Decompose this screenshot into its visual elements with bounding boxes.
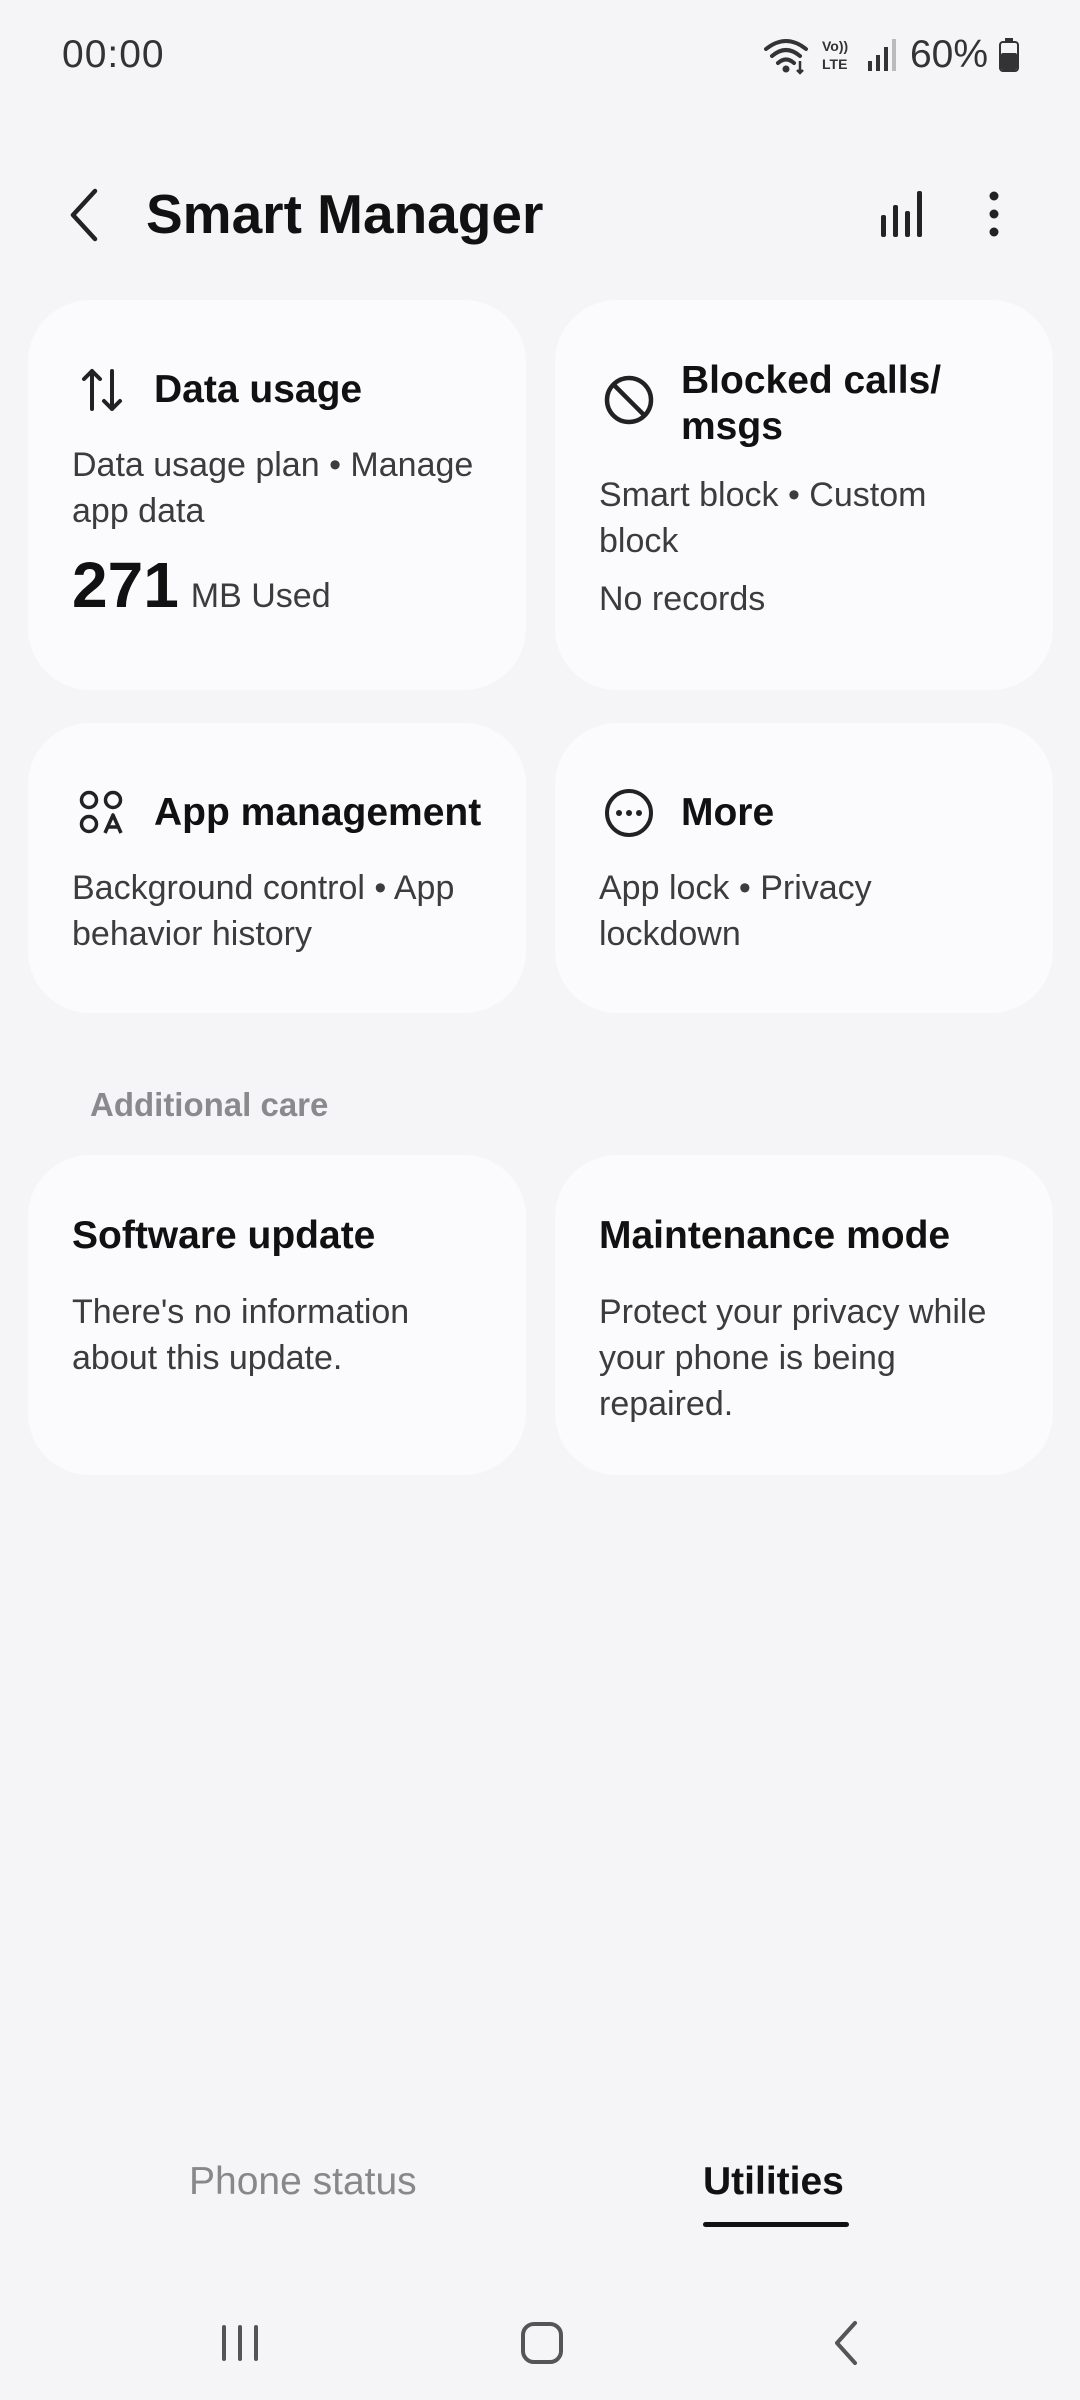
status-time: 00:00 (62, 33, 165, 76)
app-management-title: App management (154, 791, 482, 834)
tab-selected-indicator (703, 2222, 849, 2227)
signal-icon (866, 37, 900, 73)
software-update-card[interactable]: Software update There's no information a… (28, 1155, 526, 1475)
more-circle-icon (599, 783, 659, 843)
data-usage-unit: MB Used (190, 577, 331, 615)
system-navbar (0, 2290, 1080, 2390)
apps-icon (72, 783, 132, 843)
volte-icon: Vo)) LTE (820, 35, 856, 75)
blocked-calls-card[interactable]: Blocked calls/ msgs Smart block • Custom… (555, 300, 1053, 690)
recent-apps-icon[interactable] (200, 2308, 280, 2378)
maintenance-mode-card[interactable]: Maintenance mode Protect your privacy wh… (555, 1155, 1053, 1475)
status-bar: 00:00 Vo)) LTE 60% (0, 0, 1080, 110)
additional-care-label: Additional care (90, 1086, 329, 1123)
blocked-calls-desc: Smart block • Custom block (599, 476, 927, 560)
battery-icon (998, 37, 1020, 73)
tab-phone-status[interactable]: Phone status (189, 2160, 417, 2204)
svg-text:LTE: LTE (822, 56, 847, 72)
app-management-card[interactable]: App management Background control • App … (28, 723, 526, 1013)
nav-back-icon[interactable] (806, 2308, 886, 2378)
more-title: More (681, 791, 775, 834)
maintenance-mode-desc: Protect your privacy while your phone is… (599, 1293, 987, 1423)
data-usage-title: Data usage (154, 368, 363, 411)
status-icons: Vo)) LTE 60% (762, 33, 1020, 77)
tab-utilities[interactable]: Utilities (703, 2160, 844, 2204)
wifi-icon (762, 35, 810, 75)
data-usage-desc: Data usage plan • Manage app data (72, 446, 474, 530)
software-update-title: Software update (72, 1214, 376, 1257)
data-usage-amount: 271 MB Used (72, 548, 482, 622)
battery-percent: 60% (909, 33, 988, 76)
data-usage-value: 271 (72, 549, 179, 621)
stats-icon[interactable] (872, 184, 932, 244)
page-title: Smart Manager (146, 183, 544, 245)
data-transfer-icon (72, 360, 132, 420)
back-arrow-icon[interactable] (52, 182, 118, 248)
block-icon (599, 370, 659, 430)
app-management-desc: Background control • App behavior histor… (72, 869, 455, 953)
software-update-desc: There's no information about this update… (72, 1293, 410, 1377)
more-card[interactable]: More App lock • Privacy lockdown (555, 723, 1053, 1013)
svg-text:Vo)): Vo)) (822, 38, 848, 54)
home-icon[interactable] (502, 2308, 582, 2378)
data-usage-card[interactable]: Data usage Data usage plan • Manage app … (28, 300, 526, 690)
more-options-icon[interactable] (968, 184, 1020, 244)
blocked-calls-title: Blocked calls/ msgs (681, 359, 942, 448)
blocked-calls-status: No records (599, 580, 766, 618)
more-desc: App lock • Privacy lockdown (599, 869, 872, 953)
app-header: Smart Manager (0, 160, 1080, 270)
maintenance-mode-title: Maintenance mode (599, 1214, 951, 1257)
